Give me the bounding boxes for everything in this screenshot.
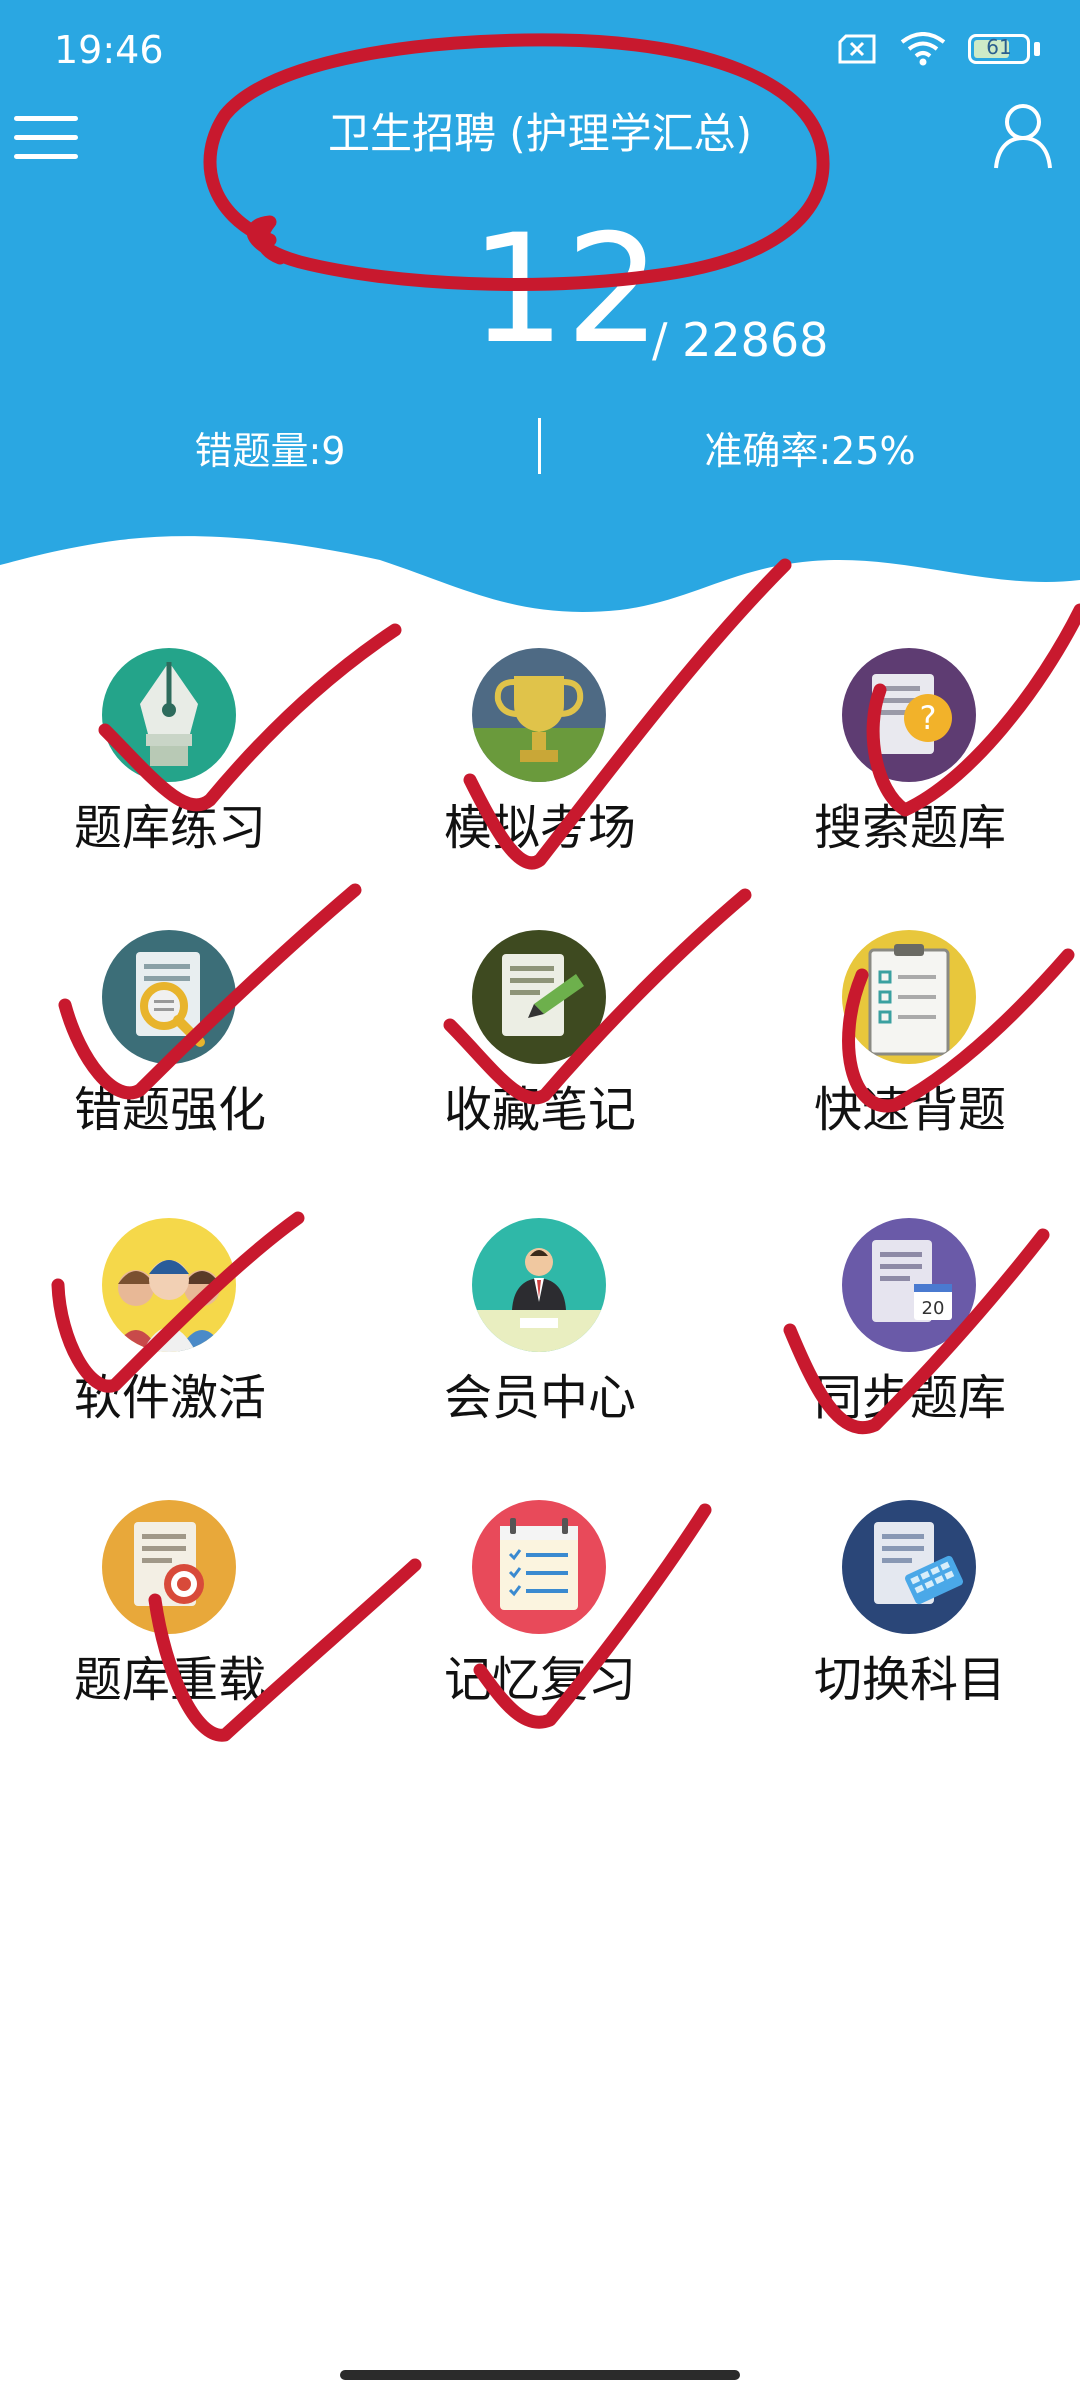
wifi-icon [900, 32, 946, 66]
page-title: 卫生招聘 (护理学汇总) [327, 109, 753, 158]
calendar-doc-icon: 20 [842, 1218, 976, 1352]
pen-icon [102, 648, 236, 782]
header: 19:46 61 卫生招聘 (护理学汇总) 12 / 22868 错题量:9 准… [0, 0, 1080, 640]
accuracy-rate: 准确率:25% [704, 429, 916, 473]
keyboard-doc-icon [842, 1500, 976, 1634]
wrong-count[interactable]: 错题量:9 [0, 420, 540, 475]
target-doc-icon [102, 1500, 236, 1634]
member-icon [472, 1218, 606, 1352]
menu-item-software-activate[interactable]: 软件激活 [5, 1218, 335, 1448]
menu-item-favorites-notes[interactable]: 收藏笔记 [375, 930, 705, 1160]
magnifier-doc-icon [102, 930, 236, 1064]
battery-tip [1034, 42, 1040, 56]
menu-item-sync-bank[interactable]: 20 同步题库 [745, 1218, 1075, 1448]
battery-icon: 61 [968, 34, 1030, 64]
total-count: / 22868 [652, 313, 829, 367]
menu-item-quick-memorize[interactable]: 快速背题 [745, 930, 1075, 1160]
menu-item-member-center[interactable]: 会员中心 [375, 1218, 705, 1448]
question-doc-icon: ? [842, 648, 976, 782]
menu-label: 搜索题库 [813, 800, 1006, 856]
checklist-icon [472, 1500, 606, 1634]
menu-label: 记忆复习 [443, 1652, 636, 1708]
menu-item-memory-review[interactable]: 记忆复习 [375, 1500, 705, 1730]
menu-item-reload-bank[interactable]: 题库重载 [5, 1500, 335, 1730]
menu-label: 错题强化 [73, 1082, 266, 1138]
people-group-icon [102, 1218, 236, 1352]
battery-level: 61 [986, 35, 1012, 59]
menu-label: 模拟考场 [443, 800, 636, 856]
menu-label: 软件激活 [73, 1370, 266, 1426]
menu-label: 收藏笔记 [443, 1082, 636, 1138]
menu-item-search-bank[interactable]: ? 搜索题库 [745, 648, 1075, 878]
menu-label: 题库重载 [73, 1652, 266, 1708]
menu-label: 题库练习 [73, 800, 266, 856]
status-icons: 61 [836, 32, 1040, 66]
note-pen-icon [472, 930, 606, 1064]
menu-item-practice[interactable]: 题库练习 [5, 648, 335, 878]
current-count: 12 [470, 203, 661, 377]
trophy-icon [472, 648, 606, 782]
clipboard-icon [842, 930, 976, 1064]
menu-label: 切换科目 [813, 1652, 1006, 1708]
menu-label: 会员中心 [443, 1370, 636, 1426]
svg-text:20: 20 [922, 1298, 945, 1319]
sim-off-icon [838, 34, 876, 64]
menu-label: 同步题库 [813, 1370, 1006, 1426]
menu-item-switch-subject[interactable]: 切换科目 [745, 1500, 1075, 1730]
menu-item-wrong-review[interactable]: 错题强化 [5, 930, 335, 1160]
svg-text:?: ? [920, 699, 937, 737]
status-time: 19:46 [54, 28, 164, 72]
menu-label: 快速背题 [813, 1082, 1006, 1138]
menu-item-mock-exam[interactable]: 模拟考场 [375, 648, 705, 878]
home-indicator[interactable] [340, 2370, 740, 2380]
